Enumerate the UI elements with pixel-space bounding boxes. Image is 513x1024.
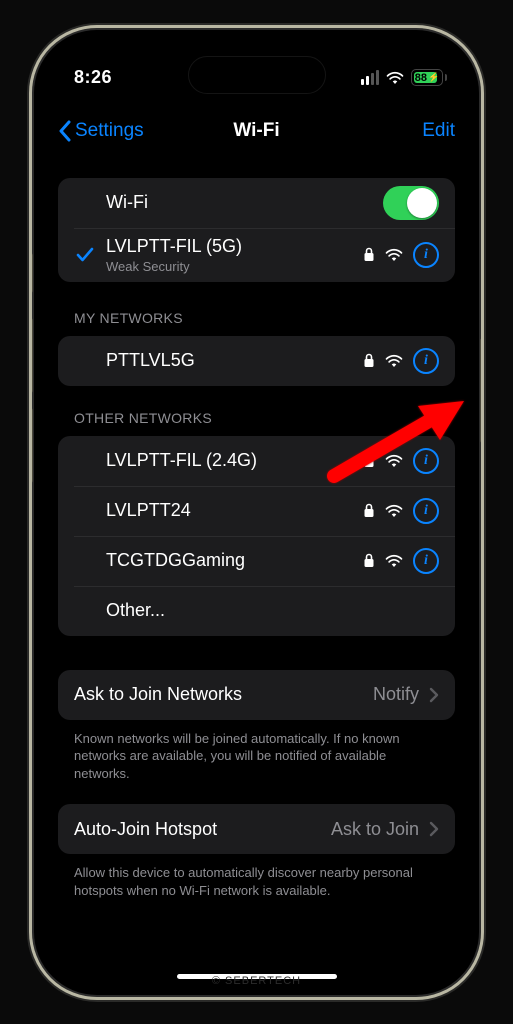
cellular-signal-icon <box>361 70 379 85</box>
info-button[interactable]: i <box>413 448 439 474</box>
watermark: © SEBERTECH <box>212 975 301 987</box>
lock-icon <box>363 453 375 468</box>
lock-icon <box>363 247 375 262</box>
chevron-right-icon <box>429 821 439 837</box>
other-network-row[interactable]: Other... <box>58 586 455 636</box>
battery-indicator: 88⚡ <box>411 69 447 86</box>
wifi-icon <box>386 71 404 85</box>
volume-up-button <box>29 318 33 393</box>
checkmark-icon <box>74 247 96 263</box>
wifi-toggle-label: Wi-Fi <box>106 192 373 213</box>
chevron-right-icon <box>429 687 439 703</box>
wifi-icon <box>385 454 403 468</box>
auto-join-group: Auto-Join Hotspot Ask to Join <box>58 804 455 854</box>
wifi-icon <box>385 554 403 568</box>
power-button <box>480 338 484 443</box>
network-ssid: TCGTDGGaming <box>106 550 353 571</box>
lock-icon <box>363 353 375 368</box>
device-frame: 8:26 88⚡ <box>29 25 484 1000</box>
info-button[interactable]: i <box>413 242 439 268</box>
wifi-icon <box>385 248 403 262</box>
other-networks-group: LVLPTT-FIL (2.4G) i LVLPTT24 <box>58 436 455 636</box>
chevron-left-icon <box>58 120 72 142</box>
other-label: Other... <box>106 600 439 621</box>
wifi-toggle[interactable] <box>383 186 439 220</box>
edit-button[interactable]: Edit <box>422 120 455 142</box>
ask-to-join-row[interactable]: Ask to Join Networks Notify <box>58 670 455 720</box>
auto-join-value: Ask to Join <box>331 819 419 840</box>
network-row[interactable]: TCGTDGGaming i <box>58 536 455 586</box>
network-ssid: LVLPTT-FIL (2.4G) <box>106 450 353 471</box>
connected-network-row[interactable]: LVLPTT-FIL (5G) Weak Security i <box>58 228 455 282</box>
lock-icon <box>363 503 375 518</box>
connected-subtitle: Weak Security <box>106 259 353 274</box>
network-row[interactable]: LVLPTT-FIL (2.4G) i <box>58 436 455 486</box>
back-button[interactable]: Settings <box>58 120 144 142</box>
content-scroll[interactable]: Wi-Fi LVLPTT-FIL (5G) Weak Security <box>38 174 475 975</box>
status-time: 8:26 <box>74 67 112 88</box>
network-row[interactable]: PTTLVL5G i <box>58 336 455 386</box>
wifi-icon <box>385 504 403 518</box>
volume-down-button <box>29 408 33 483</box>
side-button <box>29 253 33 293</box>
my-networks-group: PTTLVL5G i <box>58 336 455 386</box>
back-label: Settings <box>75 120 144 142</box>
ask-to-join-label: Ask to Join Networks <box>74 684 363 705</box>
auto-join-row[interactable]: Auto-Join Hotspot Ask to Join <box>58 804 455 854</box>
wifi-toggle-group: Wi-Fi LVLPTT-FIL (5G) Weak Security <box>58 178 455 282</box>
my-networks-header: MY NETWORKS <box>74 310 455 326</box>
info-button[interactable]: i <box>413 498 439 524</box>
auto-join-footer: Allow this device to automatically disco… <box>74 864 439 899</box>
auto-join-label: Auto-Join Hotspot <box>74 819 321 840</box>
wifi-toggle-row[interactable]: Wi-Fi <box>58 178 455 228</box>
info-button[interactable]: i <box>413 548 439 574</box>
network-ssid: PTTLVL5G <box>106 350 353 371</box>
ask-to-join-group: Ask to Join Networks Notify <box>58 670 455 720</box>
nav-bar: Settings Wi-Fi Edit <box>38 120 475 142</box>
status-bar: 8:26 88⚡ <box>38 34 475 104</box>
ask-to-join-value: Notify <box>373 684 419 705</box>
connected-ssid: LVLPTT-FIL (5G) <box>106 236 353 257</box>
network-ssid: LVLPTT24 <box>106 500 353 521</box>
network-row[interactable]: LVLPTT24 i <box>58 486 455 536</box>
info-button[interactable]: i <box>413 348 439 374</box>
other-networks-header: OTHER NETWORKS <box>74 410 455 426</box>
wifi-icon <box>385 354 403 368</box>
battery-percent: 88 <box>415 72 427 84</box>
ask-to-join-footer: Known networks will be joined automatica… <box>74 730 439 783</box>
lock-icon <box>363 553 375 568</box>
